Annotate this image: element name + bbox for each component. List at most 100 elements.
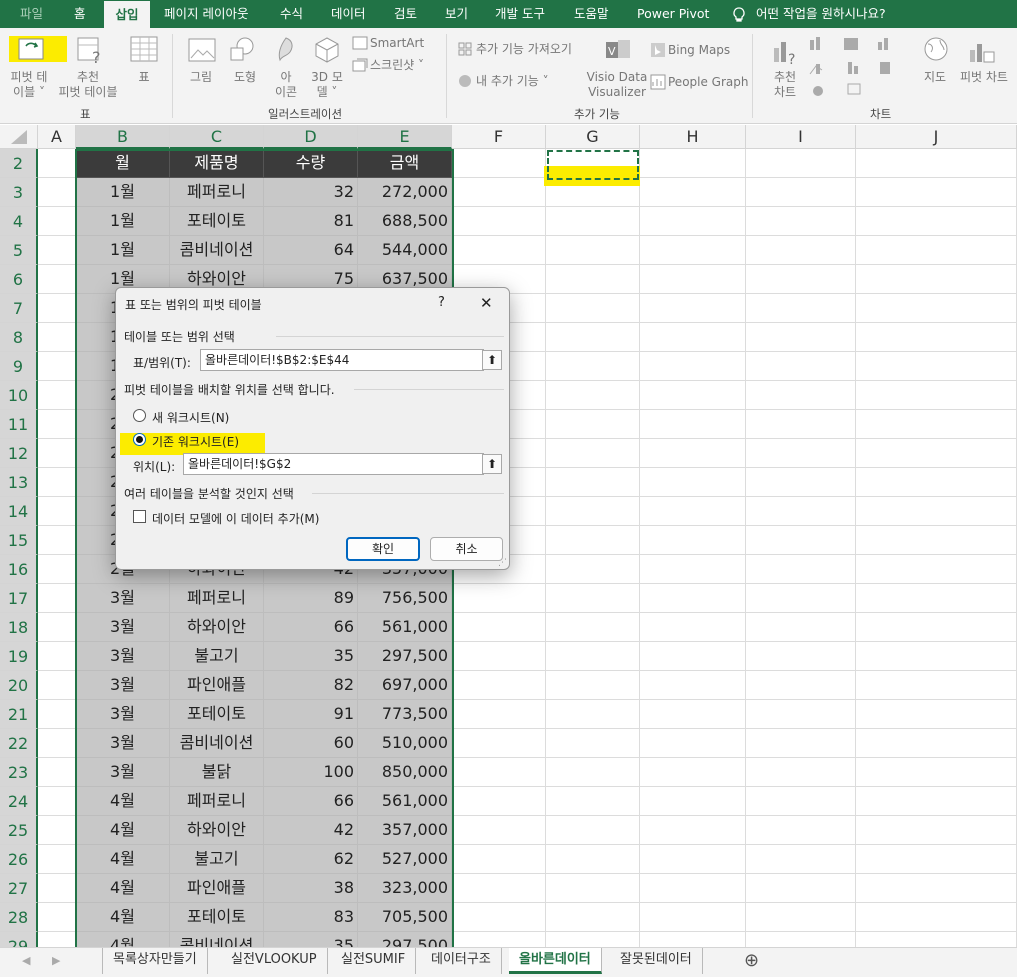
tell-me-search[interactable]: 어떤 작업을 원하시나요?: [756, 0, 886, 28]
grid-cell[interactable]: [856, 932, 1017, 947]
grid-cell[interactable]: [640, 613, 746, 642]
grid-cell[interactable]: [746, 352, 856, 381]
grid-cell[interactable]: [856, 729, 1017, 758]
col-header-d[interactable]: D: [264, 125, 358, 149]
picture-label[interactable]: 그림: [186, 70, 216, 85]
row-header[interactable]: 5: [0, 236, 38, 265]
grid-cell[interactable]: [640, 729, 746, 758]
row-header[interactable]: 3: [0, 178, 38, 207]
visio-icon[interactable]: V: [604, 38, 632, 68]
row-header[interactable]: 6: [0, 265, 38, 294]
row-header[interactable]: 8: [0, 323, 38, 352]
grid-cell[interactable]: [452, 816, 546, 845]
quantity-cell[interactable]: 35: [264, 642, 358, 671]
table-icon[interactable]: [130, 36, 158, 68]
grid-cell[interactable]: [746, 584, 856, 613]
header-cell[interactable]: 월: [76, 149, 170, 178]
pivot-table-icon[interactable]: [18, 38, 46, 66]
grid-cell[interactable]: [452, 671, 546, 700]
people-graph-label[interactable]: People Graph: [668, 75, 749, 90]
icons-icon[interactable]: [272, 36, 300, 68]
grid-cell[interactable]: [856, 642, 1017, 671]
grid-cell[interactable]: [746, 497, 856, 526]
month-cell[interactable]: 3월: [76, 613, 170, 642]
amount-cell[interactable]: 297,500: [358, 932, 452, 947]
col-header-j[interactable]: J: [856, 125, 1017, 149]
month-cell[interactable]: 1월: [76, 178, 170, 207]
grid-cell[interactable]: [452, 642, 546, 671]
row-header[interactable]: 12: [0, 439, 38, 468]
product-cell[interactable]: 불고기: [170, 845, 264, 874]
grid-cell[interactable]: [546, 758, 640, 787]
grid-cell[interactable]: [38, 323, 76, 352]
row-header[interactable]: 14: [0, 497, 38, 526]
row-header[interactable]: 21: [0, 700, 38, 729]
row-header[interactable]: 20: [0, 671, 38, 700]
grid-cell[interactable]: [746, 642, 856, 671]
recommended-pivot-icon[interactable]: ?: [76, 36, 106, 70]
ok-button[interactable]: 확인: [346, 537, 420, 561]
row-header[interactable]: 2: [0, 149, 38, 178]
grid-cell[interactable]: [452, 149, 546, 178]
sheet-tab[interactable]: 목록상자만들기: [102, 948, 208, 974]
col-header-h[interactable]: H: [640, 125, 746, 149]
grid-cell[interactable]: [746, 903, 856, 932]
range-collapse-icon[interactable]: ⬆: [482, 350, 502, 370]
amount-cell[interactable]: 323,000: [358, 874, 452, 903]
product-cell[interactable]: 페퍼로니: [170, 584, 264, 613]
recommended-pivot-label[interactable]: 추천 피벗 테이블: [56, 70, 120, 100]
existing-worksheet-radio[interactable]: [133, 433, 146, 446]
quantity-cell[interactable]: 89: [264, 584, 358, 613]
grid-cell[interactable]: [640, 468, 746, 497]
month-cell[interactable]: 3월: [76, 671, 170, 700]
amount-cell[interactable]: 527,000: [358, 845, 452, 874]
product-cell[interactable]: 파인애플: [170, 671, 264, 700]
col-header-f[interactable]: F: [452, 125, 546, 149]
row-header[interactable]: 23: [0, 758, 38, 787]
grid-cell[interactable]: [546, 381, 640, 410]
grid-cell[interactable]: [856, 323, 1017, 352]
grid-cell[interactable]: [640, 903, 746, 932]
tab-file[interactable]: 파일: [20, 0, 43, 28]
amount-cell[interactable]: 561,000: [358, 787, 452, 816]
icons-label[interactable]: 아 이콘: [272, 70, 300, 100]
grid-cell[interactable]: [38, 816, 76, 845]
tab-developer[interactable]: 개발 도구: [495, 0, 545, 28]
product-cell[interactable]: 불닭: [170, 758, 264, 787]
grid-cell[interactable]: [856, 468, 1017, 497]
grid-cell[interactable]: [546, 526, 640, 555]
grid-cell[interactable]: [856, 613, 1017, 642]
screenshot-icon[interactable]: [352, 58, 368, 76]
header-cell[interactable]: 수량: [264, 149, 358, 178]
grid-cell[interactable]: [452, 903, 546, 932]
grid-cell[interactable]: [546, 236, 640, 265]
maps-icon[interactable]: [922, 36, 950, 68]
grid-cell[interactable]: [546, 352, 640, 381]
grid-cell[interactable]: [640, 497, 746, 526]
grid-cell[interactable]: [640, 874, 746, 903]
grid-cell[interactable]: [640, 816, 746, 845]
grid-cell[interactable]: [640, 236, 746, 265]
month-cell[interactable]: 1월: [76, 236, 170, 265]
screenshot-label[interactable]: 스크린샷 ˅: [370, 58, 424, 73]
header-cell[interactable]: 제품명: [170, 149, 264, 178]
grid-cell[interactable]: [38, 903, 76, 932]
grid-cell[interactable]: [38, 526, 76, 555]
grid-cell[interactable]: [452, 700, 546, 729]
grid-cell[interactable]: [746, 816, 856, 845]
month-cell[interactable]: 3월: [76, 700, 170, 729]
quantity-cell[interactable]: 91: [264, 700, 358, 729]
row-header[interactable]: 28: [0, 903, 38, 932]
row-header[interactable]: 7: [0, 294, 38, 323]
grid-cell[interactable]: [546, 410, 640, 439]
row-header[interactable]: 22: [0, 729, 38, 758]
grid-cell[interactable]: [856, 149, 1017, 178]
grid-cell[interactable]: [546, 903, 640, 932]
grid-cell[interactable]: [746, 149, 856, 178]
quantity-cell[interactable]: 64: [264, 236, 358, 265]
row-header[interactable]: 27: [0, 874, 38, 903]
grid-cell[interactable]: [546, 671, 640, 700]
grid-cell[interactable]: [640, 149, 746, 178]
grid-cell[interactable]: [856, 700, 1017, 729]
sheet-tab[interactable]: 실전SUMIF: [331, 948, 417, 974]
